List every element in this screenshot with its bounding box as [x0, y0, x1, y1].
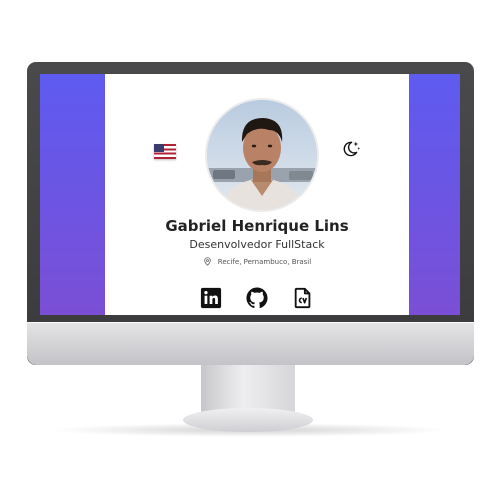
social-links	[105, 287, 409, 309]
flag-canton	[154, 144, 164, 152]
location-text: Recife, Pernambuco, Brasil	[217, 257, 312, 266]
profile-role: Desenvolvedor FullStack	[189, 238, 325, 251]
monitor-stand-base	[183, 408, 313, 432]
profile-card: Gabriel Henrique Lins Desenvolvedor Full…	[105, 74, 409, 315]
profile-location: Recife, Pernambuco, Brasil	[105, 256, 409, 267]
us-flag-icon[interactable]	[154, 144, 176, 159]
location-pin-icon	[204, 257, 211, 266]
profile-avatar	[205, 98, 319, 212]
cv-file-icon[interactable]	[292, 287, 314, 309]
profile-name: Gabriel Henrique Lins	[165, 217, 349, 235]
linkedin-icon[interactable]	[200, 287, 222, 309]
moon-stars-icon[interactable]	[340, 139, 360, 159]
profile-photo	[207, 100, 317, 210]
github-icon[interactable]	[246, 287, 268, 309]
monitor-screen: Gabriel Henrique Lins Desenvolvedor Full…	[40, 74, 460, 315]
monitor-chin	[27, 322, 474, 365]
